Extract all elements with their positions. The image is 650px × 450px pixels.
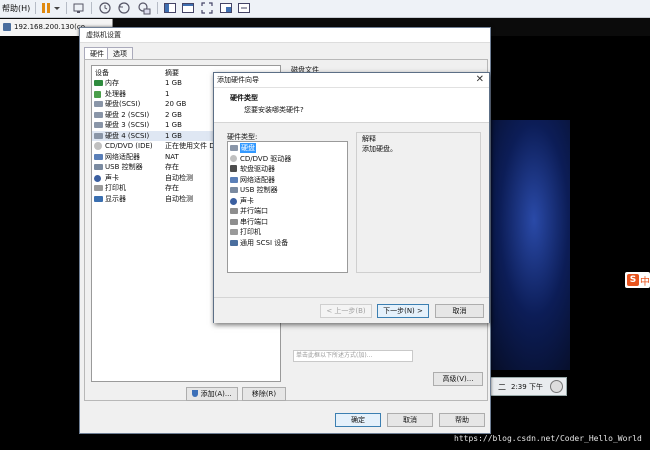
hardware-item-label: 串行端口 bbox=[240, 217, 268, 226]
settings-titlebar[interactable]: 虚拟机设置 bbox=[80, 28, 490, 43]
wizard-cancel-button[interactable]: 取消 bbox=[435, 304, 484, 318]
usb-icon bbox=[230, 187, 238, 193]
vm-icon bbox=[3, 23, 11, 31]
desktop-wallpaper-glow bbox=[480, 120, 570, 370]
add-hardware-wizard: 添加硬件向导 ✕ 硬件类型 您要安装哪类硬件? 硬件类型: 硬盘 CD/DVD … bbox=[213, 72, 490, 323]
hardware-item-label: 通用 SCSI 设备 bbox=[240, 238, 289, 247]
device-name: 硬盘 3 (SCSI) bbox=[105, 121, 150, 129]
hardware-item-label: 硬盘 bbox=[240, 143, 256, 153]
host-toolbar: 帮助(H) bbox=[0, 0, 650, 18]
floppy-icon bbox=[230, 165, 237, 172]
disk-hint-text: 单击此框以下所述方式(加)... bbox=[293, 350, 413, 362]
help-button[interactable]: 帮助 bbox=[439, 413, 485, 427]
device-name: 显示器 bbox=[105, 194, 126, 203]
sogou-ime-icon[interactable]: S 中 bbox=[625, 272, 650, 288]
toolbar-separator bbox=[35, 2, 36, 14]
device-name: CD/DVD (IDE) bbox=[105, 142, 153, 150]
sound-card-icon bbox=[230, 197, 237, 205]
hard-disk-icon bbox=[94, 111, 103, 118]
ok-button[interactable]: 确定 bbox=[335, 413, 381, 427]
explanation-group: 解释 添加硬盘。 bbox=[356, 132, 481, 273]
hard-disk-icon bbox=[94, 122, 103, 128]
device-name: 打印机 bbox=[105, 184, 126, 192]
device-name: 硬盘 2 (SCSI) bbox=[105, 110, 150, 119]
pause-icon[interactable] bbox=[40, 1, 54, 15]
scsi-icon bbox=[230, 239, 238, 246]
fullscreen-icon[interactable] bbox=[200, 1, 214, 15]
hardware-item-label: 声卡 bbox=[240, 196, 254, 205]
hard-disk-icon bbox=[230, 145, 238, 151]
device-name: 内存 bbox=[105, 79, 119, 87]
autofit-icon[interactable] bbox=[237, 1, 251, 15]
tray-settings-icon[interactable] bbox=[550, 380, 563, 393]
hardware-item-label: 打印机 bbox=[240, 228, 261, 236]
taskbar-tray: 二 2:39 下午 bbox=[490, 377, 567, 396]
ime-indicator[interactable]: 二 bbox=[498, 382, 506, 393]
snapshot-icon[interactable] bbox=[98, 1, 112, 15]
wizard-header: 硬件类型 您要安装哪类硬件? bbox=[214, 88, 489, 123]
sogou-logo-icon: S bbox=[627, 274, 639, 286]
printer-icon bbox=[94, 185, 103, 191]
back-button[interactable]: < 上一步(B) bbox=[320, 304, 372, 318]
device-name: 硬盘 4 (SCSI) bbox=[105, 131, 150, 140]
shield-icon bbox=[192, 390, 199, 397]
cpu-icon bbox=[94, 90, 101, 98]
send-keys-icon[interactable] bbox=[72, 1, 86, 15]
cancel-button[interactable]: 取消 bbox=[387, 413, 433, 427]
advanced-button[interactable]: 高级(V)... bbox=[433, 372, 483, 386]
summary-column-header: 摘要 bbox=[165, 69, 179, 77]
network-adapter-icon bbox=[230, 176, 238, 183]
wizard-subheading: 您要安装哪类硬件? bbox=[244, 106, 304, 114]
sogou-ime-text: 中 bbox=[640, 277, 650, 288]
wizard-footer: < 上一步(B) 下一步(N) > 取消 bbox=[214, 297, 489, 323]
cd-dvd-icon bbox=[230, 154, 237, 162]
toolbar-separator bbox=[91, 2, 92, 14]
explanation-text: 添加硬盘。 bbox=[362, 145, 397, 153]
wizard-titlebar[interactable]: 添加硬件向导 ✕ bbox=[214, 73, 489, 88]
add-button[interactable]: 添加(A)... bbox=[186, 387, 238, 401]
hardware-item-label: 网络适配器 bbox=[240, 175, 275, 184]
snapshot-manager-icon[interactable] bbox=[137, 1, 151, 15]
hardware-type-list: 硬盘 CD/DVD 驱动器 软盘驱动器 网络适配器 USB 控制器 声卡 并行端… bbox=[227, 141, 348, 273]
menu-help[interactable]: 帮助(H) bbox=[2, 3, 30, 14]
device-name: 声卡 bbox=[105, 173, 119, 182]
device-name: USB 控制器 bbox=[105, 163, 143, 171]
wizard-title: 添加硬件向导 bbox=[217, 76, 259, 84]
toolbar-separator bbox=[66, 2, 67, 14]
hardware-item-label: 软盘驱动器 bbox=[240, 165, 275, 173]
display-icon bbox=[94, 195, 103, 202]
add-button-label: 添加(A)... bbox=[200, 390, 232, 398]
settings-title: 虚拟机设置 bbox=[86, 31, 121, 39]
device-column-header: 设备 bbox=[95, 69, 109, 77]
printer-icon bbox=[230, 229, 238, 235]
memory-icon bbox=[94, 80, 103, 86]
device-name: 网络适配器 bbox=[105, 152, 140, 161]
usb-icon bbox=[94, 164, 103, 170]
taskbar-clock[interactable]: 2:39 下午 bbox=[511, 382, 543, 392]
console-view-icon[interactable] bbox=[163, 1, 177, 15]
device-name: 处理器 bbox=[105, 89, 126, 98]
revert-snapshot-icon[interactable] bbox=[117, 1, 131, 15]
parallel-port-icon bbox=[230, 208, 238, 214]
dropdown-icon[interactable] bbox=[53, 1, 61, 15]
device-name: 硬盘(SCSI) bbox=[105, 100, 141, 108]
hardware-item-label: 并行端口 bbox=[240, 207, 268, 215]
hard-disk-icon bbox=[94, 101, 103, 107]
wizard-heading: 硬件类型 bbox=[230, 94, 258, 102]
unity-icon[interactable] bbox=[181, 1, 195, 15]
watermark: https://blog.csdn.net/Coder_Hello_World bbox=[454, 434, 642, 443]
hard-disk-icon bbox=[94, 132, 103, 139]
close-icon[interactable]: ✕ bbox=[476, 74, 484, 85]
network-adapter-icon bbox=[94, 153, 103, 160]
explanation-label: 解释 bbox=[362, 134, 376, 144]
remove-button[interactable]: 移除(R) bbox=[242, 387, 286, 401]
serial-port-icon bbox=[230, 218, 238, 225]
next-button[interactable]: 下一步(N) > bbox=[377, 304, 429, 318]
thumbnail-icon[interactable] bbox=[219, 1, 233, 15]
hardware-item-label: USB 控制器 bbox=[240, 186, 278, 194]
sound-card-icon bbox=[94, 174, 101, 182]
hardware-item-label: CD/DVD 驱动器 bbox=[240, 154, 292, 163]
cd-dvd-icon bbox=[94, 142, 102, 150]
toolbar-separator bbox=[157, 2, 158, 14]
